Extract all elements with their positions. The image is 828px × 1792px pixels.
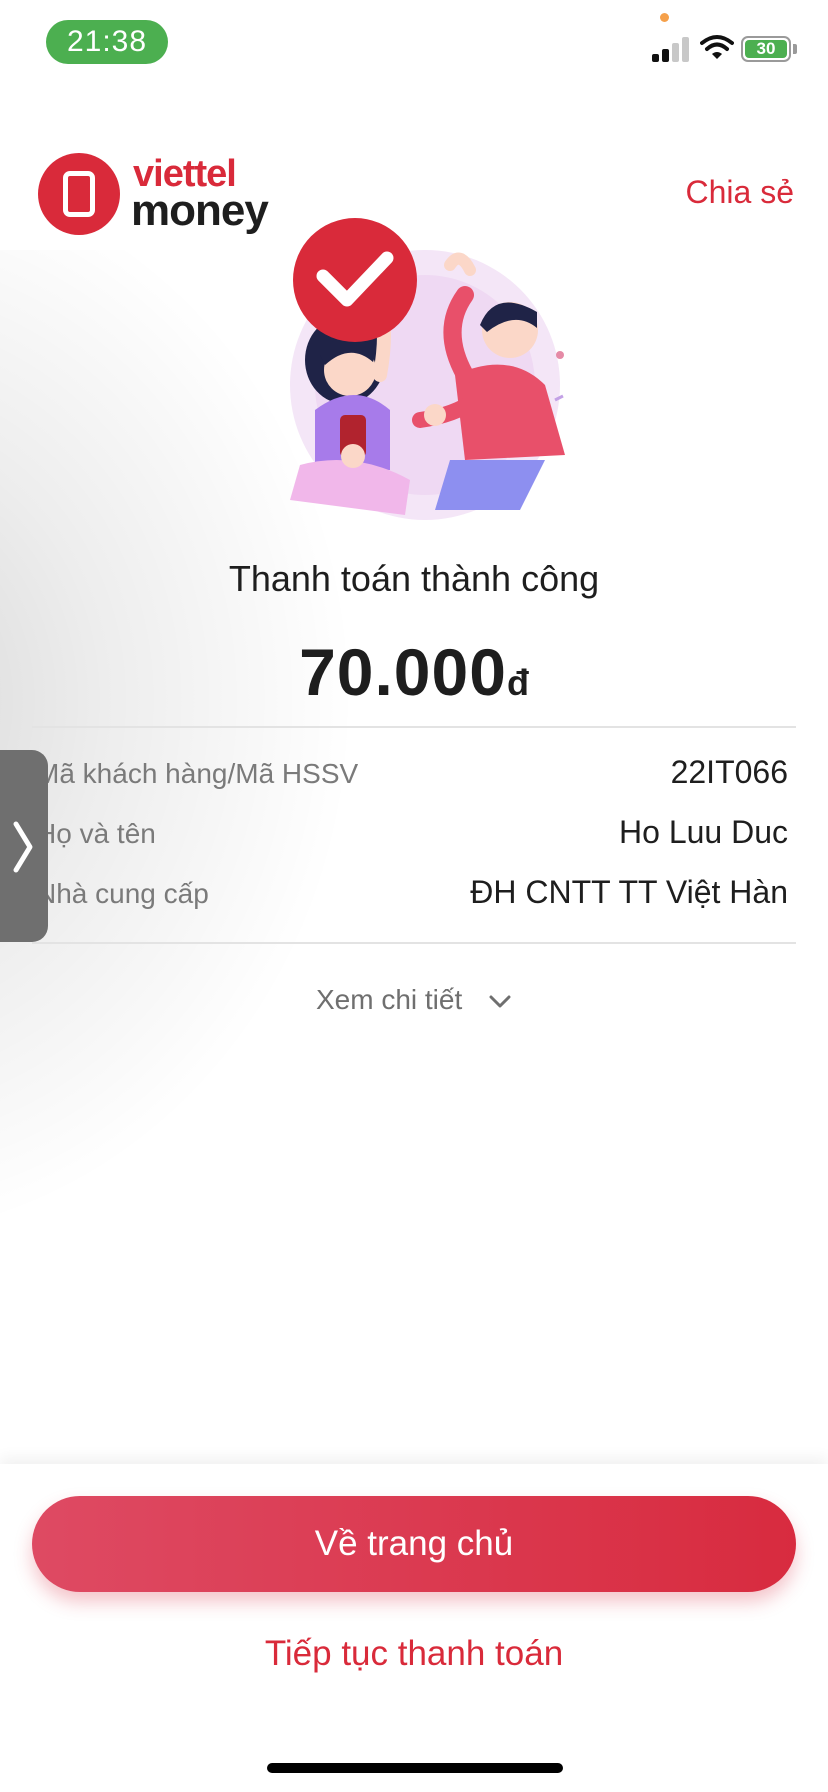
- detail-value: Ho Luu Duc: [619, 814, 788, 850]
- view-details-label: Xem chi tiết: [315, 984, 463, 1015]
- logo-text-money: money: [131, 186, 269, 235]
- battery-icon: 30: [741, 36, 791, 62]
- payment-success-screen: 21:38 30 viettel money Chia sẻ Thanh toá…: [0, 0, 828, 1792]
- status-bar: 21:38 30: [0, 0, 828, 80]
- detail-value: ĐH CNTT TT Việt Hàn: [470, 874, 788, 910]
- detail-label: Mã khách hàng/Mã HSSV: [36, 758, 359, 789]
- divider-bottom: [32, 942, 796, 944]
- success-illustration: [290, 217, 565, 520]
- payment-amount: 70.000đ: [0, 632, 828, 712]
- battery-level: 30: [745, 40, 787, 58]
- detail-row-customer-code: Mã khách hàng/Mã HSSV 22IT066: [36, 752, 788, 802]
- logo-mark: [38, 153, 120, 235]
- status-time: 21:38: [46, 20, 168, 64]
- phone-icon: [63, 171, 95, 217]
- home-button[interactable]: Về trang chủ: [32, 1496, 796, 1592]
- view-details-toggle[interactable]: Xem chi tiết: [0, 984, 828, 1016]
- home-indicator[interactable]: [267, 1763, 563, 1773]
- payment-status-title: Thanh toán thành công: [228, 558, 600, 599]
- privacy-indicator-dot: [660, 13, 669, 22]
- amount-currency: đ: [506, 662, 529, 703]
- continue-payment-button[interactable]: Tiếp tục thanh toán: [0, 1634, 828, 1674]
- divider-top: [32, 726, 796, 728]
- detail-value: 22IT066: [670, 754, 788, 790]
- chevron-right-icon: [13, 821, 33, 873]
- detail-label: Nhà cung cấp: [36, 878, 209, 909]
- side-drawer-handle[interactable]: [0, 750, 48, 942]
- wifi-icon: [700, 35, 734, 59]
- viettel-money-logo: viettel money: [38, 152, 278, 236]
- chevron-down-icon: [489, 995, 511, 1008]
- detail-row-provider: Nhà cung cấp ĐH CNTT TT Việt Hàn: [36, 872, 788, 922]
- detail-row-full-name: Họ và tên Ho Luu Duc: [36, 812, 788, 862]
- amount-value: 70.000: [299, 635, 507, 709]
- detail-label: Họ và tên: [36, 818, 156, 849]
- cellular-signal-icon: [652, 36, 692, 62]
- battery-tip: [793, 44, 797, 54]
- share-button[interactable]: Chia sẻ: [686, 174, 795, 211]
